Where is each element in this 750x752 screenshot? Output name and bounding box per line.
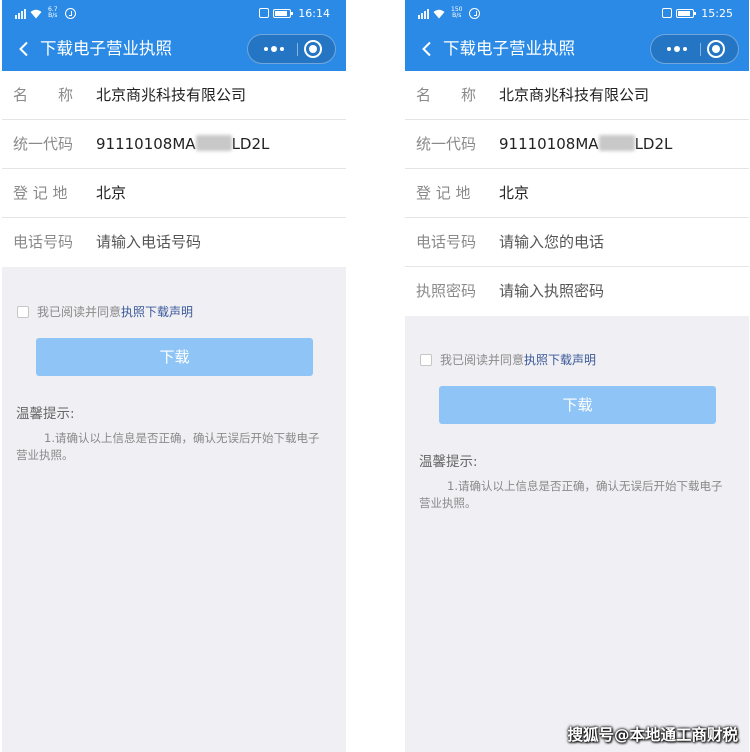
redacted-mask	[195, 135, 232, 151]
code-label: 统一代码	[416, 135, 477, 153]
wifi-icon	[30, 9, 42, 19]
status-bar: 6.7 B/s 16:14	[2, 0, 346, 26]
tips-body: 1.请确认以上信息是否正确，确认无误后开始下载电子营业执照。	[16, 431, 320, 462]
password-row[interactable]: 执照密码 请输入执照密码	[405, 267, 749, 316]
region-label: 登 记 地	[13, 184, 68, 202]
agree-text: 我已阅读并同意	[37, 305, 122, 319]
password-label: 执照密码	[416, 282, 477, 300]
download-button[interactable]: 下载	[36, 338, 313, 376]
phone-row[interactable]: 电话号码 请输入电话号码	[2, 218, 346, 267]
agree-checkbox[interactable]	[17, 306, 29, 318]
close-target-icon[interactable]	[707, 40, 725, 58]
region-value: 北京	[96, 184, 127, 202]
name-label: 名 称	[13, 86, 74, 104]
status-right: 16:14	[259, 6, 330, 20]
password-input[interactable]: 请输入执照密码	[499, 281, 604, 301]
name-label: 名 称	[416, 86, 477, 104]
agree-link[interactable]: 执照下载声明	[524, 352, 596, 368]
agreement[interactable]: 我已阅读并同意 执照下载声明	[17, 304, 193, 320]
capsule-divider	[297, 43, 298, 56]
alarm-icon	[469, 8, 481, 19]
nav-bar: 150 B/s 15:25 下载电子营业执照	[405, 0, 749, 71]
left-phone-screen: 6.7 B/s 16:14 下载电子营业执照 名 称 北京商兆科技有限公司 统一代…	[2, 0, 346, 752]
phone-input[interactable]: 请输入您的电话	[499, 232, 604, 252]
license-form: 名 称 北京商兆科技有限公司 统一代码 91110108MA LD2L 登 记 地…	[2, 71, 346, 267]
download-button[interactable]: 下载	[439, 386, 716, 424]
page-title: 下载电子营业执照	[40, 39, 172, 58]
status-time: 15:25	[701, 6, 733, 20]
capsule-menu	[247, 34, 336, 64]
credit-code: 91110108MA LD2L	[96, 135, 270, 153]
agree-checkbox[interactable]	[420, 354, 432, 366]
network-speed: 150 B/s	[451, 6, 463, 19]
vibrate-icon	[259, 8, 270, 18]
signal-icon	[15, 9, 26, 19]
tips-body: 1.请确认以上信息是否正确，确认无误后开始下载电子营业执照。	[419, 479, 723, 510]
network-speed: 6.7 B/s	[48, 6, 58, 19]
name-row: 名 称 北京商兆科技有限公司	[405, 71, 749, 120]
phone-label: 电话号码	[13, 233, 74, 251]
vibrate-icon	[662, 8, 673, 18]
close-target-icon[interactable]	[304, 40, 322, 58]
phone-label: 电话号码	[416, 233, 477, 251]
company-name: 北京商兆科技有限公司	[499, 86, 650, 104]
wifi-icon	[433, 9, 445, 19]
status-left: 6.7 B/s	[15, 5, 76, 19]
region-value: 北京	[499, 184, 530, 202]
region-label: 登 记 地	[416, 184, 471, 202]
capsule-menu	[650, 34, 739, 64]
page-title: 下载电子营业执照	[443, 39, 575, 58]
right-phone-screen: 150 B/s 15:25 下载电子营业执照 名 称 北京商兆科技有限公司 统一代…	[405, 0, 749, 752]
back-arrow-icon[interactable]	[14, 39, 34, 59]
region-row: 登 记 地 北京	[405, 169, 749, 218]
battery-icon	[676, 8, 697, 18]
back-arrow-icon[interactable]	[417, 39, 437, 59]
agreement[interactable]: 我已阅读并同意 执照下载声明	[420, 352, 596, 368]
code-label: 统一代码	[13, 135, 74, 153]
agree-link[interactable]: 执照下载声明	[121, 304, 193, 320]
phone-row[interactable]: 电话号码 请输入您的电话	[405, 218, 749, 267]
redacted-mask	[598, 135, 635, 151]
capsule-divider	[700, 43, 701, 56]
more-dots-icon[interactable]	[256, 41, 292, 57]
nav-bar: 6.7 B/s 16:14 下载电子营业执照	[2, 0, 346, 71]
agree-text: 我已阅读并同意	[440, 353, 525, 367]
company-name: 北京商兆科技有限公司	[96, 86, 247, 104]
region-row: 登 记 地 北京	[2, 169, 346, 218]
tips-title: 温馨提示:	[419, 454, 478, 470]
status-bar: 150 B/s 15:25	[405, 0, 749, 26]
more-dots-icon[interactable]	[659, 41, 695, 57]
name-row: 名 称 北京商兆科技有限公司	[2, 71, 346, 120]
code-row: 统一代码 91110108MA LD2L	[2, 120, 346, 169]
phone-input[interactable]: 请输入电话号码	[96, 232, 201, 252]
battery-icon	[273, 8, 294, 18]
signal-icon	[418, 9, 429, 19]
status-left: 150 B/s	[418, 5, 481, 19]
alarm-icon	[64, 8, 76, 19]
license-form: 名 称 北京商兆科技有限公司 统一代码 91110108MA LD2L 登 记 地…	[405, 71, 749, 316]
status-right: 15:25	[662, 6, 733, 20]
code-row: 统一代码 91110108MA LD2L	[405, 120, 749, 169]
status-time: 16:14	[298, 6, 330, 20]
source-watermark: 搜狐号@本地通工商财税	[567, 726, 738, 744]
tips-title: 温馨提示:	[16, 406, 75, 422]
credit-code: 91110108MA LD2L	[499, 135, 673, 153]
